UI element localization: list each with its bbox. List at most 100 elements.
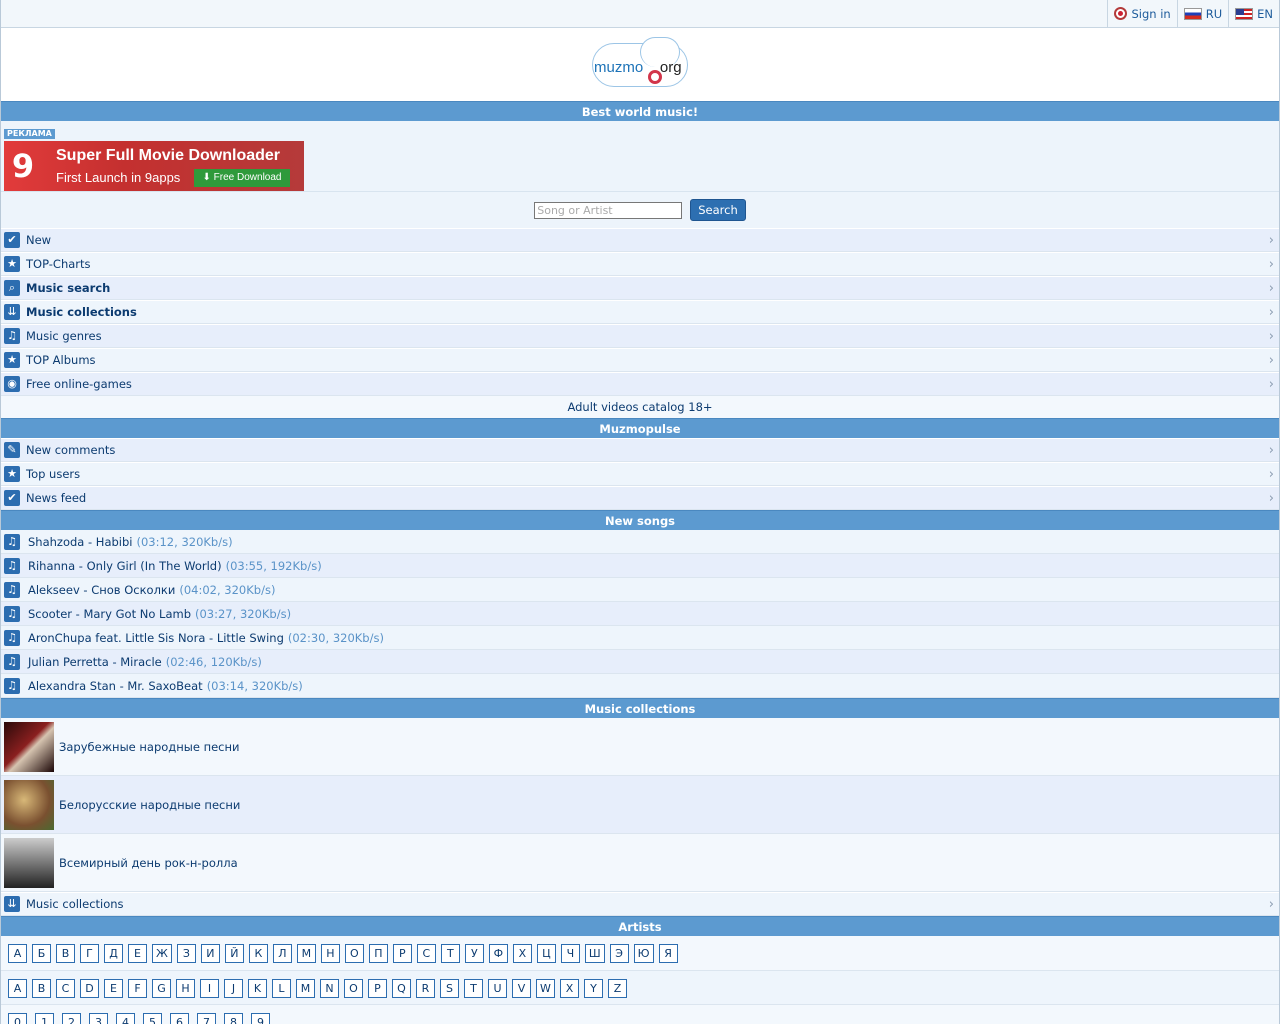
artist-letter-button[interactable]: Р	[392, 944, 412, 963]
artist-letter-button[interactable]: И	[200, 944, 220, 963]
artist-letter-button[interactable]: К	[248, 944, 268, 963]
artist-letter-button[interactable]: R	[416, 979, 435, 998]
artist-digit-button[interactable]: 5	[143, 1013, 162, 1024]
song-title[interactable]: Scooter - Mary Got No Lamb	[28, 607, 191, 621]
artist-letter-button[interactable]: С	[416, 944, 436, 963]
search-button[interactable]: Search	[690, 199, 746, 221]
artist-letter-button[interactable]: Л	[272, 944, 292, 963]
artist-letter-button[interactable]: G	[152, 979, 171, 998]
artist-letter-button[interactable]: Д	[104, 944, 123, 963]
song-row[interactable]: ♫ AronChupa feat. Little Sis Nora - Litt…	[1, 626, 1279, 650]
artist-letter-button[interactable]: О	[344, 944, 364, 963]
site-logo[interactable]: muzmo org	[588, 36, 692, 93]
menu-item-top-charts[interactable]: ★ TOP-Charts ›	[1, 252, 1279, 276]
song-row[interactable]: ♫ Rihanna - Only Girl (In The World) (03…	[1, 554, 1279, 578]
song-title[interactable]: Alekseev - Снов Осколки	[28, 583, 175, 597]
song-title[interactable]: Rihanna - Only Girl (In The World)	[28, 559, 222, 573]
artist-letter-button[interactable]: I	[200, 979, 219, 998]
collection-item[interactable]: Белорусские народные песни	[1, 776, 1279, 834]
artist-digit-button[interactable]: 7	[197, 1013, 216, 1024]
menu-item-music-genres[interactable]: ♫ Music genres ›	[1, 324, 1279, 348]
artist-letter-button[interactable]: F	[128, 979, 147, 998]
menu-item-music-collections[interactable]: ⇊ Music collections ›	[1, 300, 1279, 324]
artist-digit-button[interactable]: 8	[224, 1013, 243, 1024]
collection-thumbnail[interactable]	[4, 721, 54, 772]
artist-letter-button[interactable]: Ж	[152, 944, 172, 963]
collection-title[interactable]: Зарубежные народные песни	[59, 740, 239, 754]
artist-letter-button[interactable]: X	[560, 979, 579, 998]
menu-item-music-search[interactable]: ⌕ Music search ›	[1, 276, 1279, 300]
artist-letter-button[interactable]: T	[464, 979, 483, 998]
artist-letter-button[interactable]: C	[56, 979, 75, 998]
artist-letter-button[interactable]: Ч	[560, 944, 580, 963]
song-title[interactable]: AronChupa feat. Little Sis Nora - Little…	[28, 631, 284, 645]
song-title[interactable]: Shahzoda - Habibi	[28, 535, 133, 549]
artist-letter-button[interactable]: Й	[224, 944, 244, 963]
menu-item-more-collections[interactable]: ⇊ Music collections ›	[1, 892, 1279, 916]
artist-letter-button[interactable]: H	[176, 979, 195, 998]
ad-banner[interactable]: 9 Super Full Movie Downloader First Laun…	[4, 141, 304, 191]
song-title[interactable]: Alexandra Stan - Mr. SaxoBeat	[28, 679, 203, 693]
menu-item-new[interactable]: ✔ New ›	[1, 228, 1279, 252]
artist-letter-button[interactable]: K	[248, 979, 267, 998]
collection-thumbnail[interactable]	[4, 837, 54, 888]
artist-letter-button[interactable]: Я	[658, 944, 678, 963]
artist-letter-button[interactable]: Х	[512, 944, 532, 963]
collection-thumbnail[interactable]	[4, 779, 54, 830]
artist-letter-button[interactable]: U	[488, 979, 507, 998]
song-row[interactable]: ♫ Julian Perretta - Miracle (02:46, 120K…	[1, 650, 1279, 674]
menu-item-news-feed[interactable]: ✔ News feed ›	[1, 486, 1279, 510]
artist-letter-button[interactable]: A	[8, 979, 27, 998]
artist-letter-button[interactable]: Ю	[633, 944, 654, 963]
menu-item-top-users[interactable]: ★ Top users ›	[1, 462, 1279, 486]
artist-letter-button[interactable]: П	[368, 944, 388, 963]
artist-letter-button[interactable]: Н	[320, 944, 340, 963]
song-row[interactable]: ♫ Alekseev - Снов Осколки (04:02, 320Kb/…	[1, 578, 1279, 602]
artist-letter-button[interactable]: Э	[609, 944, 629, 963]
artist-letter-button[interactable]: L	[272, 979, 291, 998]
menu-item-top-albums[interactable]: ★ TOP Albums ›	[1, 348, 1279, 372]
artist-digit-button[interactable]: 9	[251, 1013, 270, 1024]
collection-item[interactable]: Зарубежные народные песни	[1, 718, 1279, 776]
collection-title[interactable]: Белорусские народные песни	[59, 798, 240, 812]
artist-digit-button[interactable]: 3	[89, 1013, 108, 1024]
artist-letter-button[interactable]: Ф	[488, 944, 508, 963]
artist-letter-button[interactable]: V	[512, 979, 531, 998]
artist-letter-button[interactable]: Г	[80, 944, 99, 963]
artist-letter-button[interactable]: S	[440, 979, 459, 998]
collection-title[interactable]: Всемирный день рок-н-ролла	[59, 856, 238, 870]
collection-item[interactable]: Всемирный день рок-н-ролла	[1, 834, 1279, 892]
artist-letter-button[interactable]: N	[320, 979, 339, 998]
song-row[interactable]: ♫ Scooter - Mary Got No Lamb (03:27, 320…	[1, 602, 1279, 626]
search-input[interactable]	[534, 201, 683, 219]
artist-letter-button[interactable]: Т	[440, 944, 460, 963]
artist-letter-button[interactable]: Z	[608, 979, 627, 998]
artist-letter-button[interactable]: А	[8, 944, 27, 963]
menu-item-new-comments[interactable]: ✎ New comments ›	[1, 438, 1279, 462]
ad-download-button[interactable]: ⬇ Free Download	[194, 169, 290, 187]
artist-letter-button[interactable]: Ц	[536, 944, 556, 963]
language-en-link[interactable]: EN	[1228, 0, 1279, 27]
artist-digit-button[interactable]: 4	[116, 1013, 135, 1024]
artist-digit-button[interactable]: 2	[62, 1013, 81, 1024]
artist-letter-button[interactable]: E	[104, 979, 123, 998]
artist-letter-button[interactable]: P	[368, 979, 387, 998]
artist-letter-button[interactable]: O	[344, 979, 363, 998]
song-row[interactable]: ♫ Alexandra Stan - Mr. SaxoBeat (03:14, …	[1, 674, 1279, 698]
artist-letter-button[interactable]: Ш	[584, 944, 605, 963]
artist-letter-button[interactable]: B	[32, 979, 51, 998]
artist-letter-button[interactable]: Е	[128, 944, 147, 963]
artist-letter-button[interactable]: M	[296, 979, 315, 998]
song-title[interactable]: Julian Perretta - Miracle	[28, 655, 162, 669]
artist-letter-button[interactable]: Y	[584, 979, 603, 998]
menu-item-free-games[interactable]: ◉ Free online-games ›	[1, 372, 1279, 396]
artist-letter-button[interactable]: J	[224, 979, 243, 998]
sign-in-link[interactable]: Sign in	[1107, 0, 1176, 27]
adult-catalog-link[interactable]: Adult videos catalog 18+	[1, 396, 1279, 418]
artist-letter-button[interactable]: З	[176, 944, 196, 963]
artist-digit-button[interactable]: 1	[35, 1013, 54, 1024]
artist-digit-button[interactable]: 6	[170, 1013, 189, 1024]
language-ru-link[interactable]: RU	[1176, 0, 1228, 27]
artist-letter-button[interactable]: Q	[392, 979, 411, 998]
artist-letter-button[interactable]: Б	[32, 944, 51, 963]
